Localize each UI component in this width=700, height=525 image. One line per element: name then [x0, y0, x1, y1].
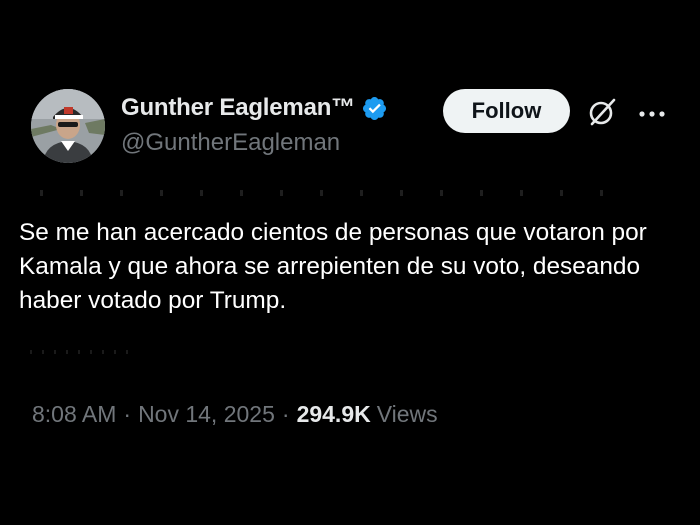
- meta-separator: ·: [281, 400, 290, 427]
- faint-artifact-dots: [30, 350, 130, 354]
- post-meta: 8:08 AM · Nov 14, 2025 · 294.9K Views: [32, 398, 438, 430]
- views-label: Views: [376, 400, 438, 427]
- verified-badge-icon[interactable]: [361, 95, 388, 122]
- author-display-name[interactable]: Gunther Eagleman™: [121, 94, 355, 122]
- faint-artifact-line: [40, 190, 620, 196]
- follow-button[interactable]: Follow: [443, 89, 570, 133]
- slashed-circle-icon[interactable]: [586, 96, 618, 128]
- post-date[interactable]: Nov 14, 2025: [138, 401, 275, 428]
- author-handle[interactable]: @GuntherEagleman: [121, 129, 340, 157]
- tweet-card: Gunther Eagleman™ @GuntherEagleman Follo…: [0, 0, 700, 525]
- post-time[interactable]: 8:08 AM: [32, 401, 116, 428]
- avatar-photo-icon: [31, 89, 105, 163]
- author-avatar[interactable]: [31, 89, 105, 163]
- more-dots-icon[interactable]: [638, 106, 666, 117]
- author-name-row: Gunther Eagleman™: [121, 92, 388, 124]
- meta-separator: ·: [123, 400, 132, 427]
- post-text: Se me han acercado cientos de personas q…: [19, 219, 647, 314]
- views-count: 294.9K: [296, 400, 371, 427]
